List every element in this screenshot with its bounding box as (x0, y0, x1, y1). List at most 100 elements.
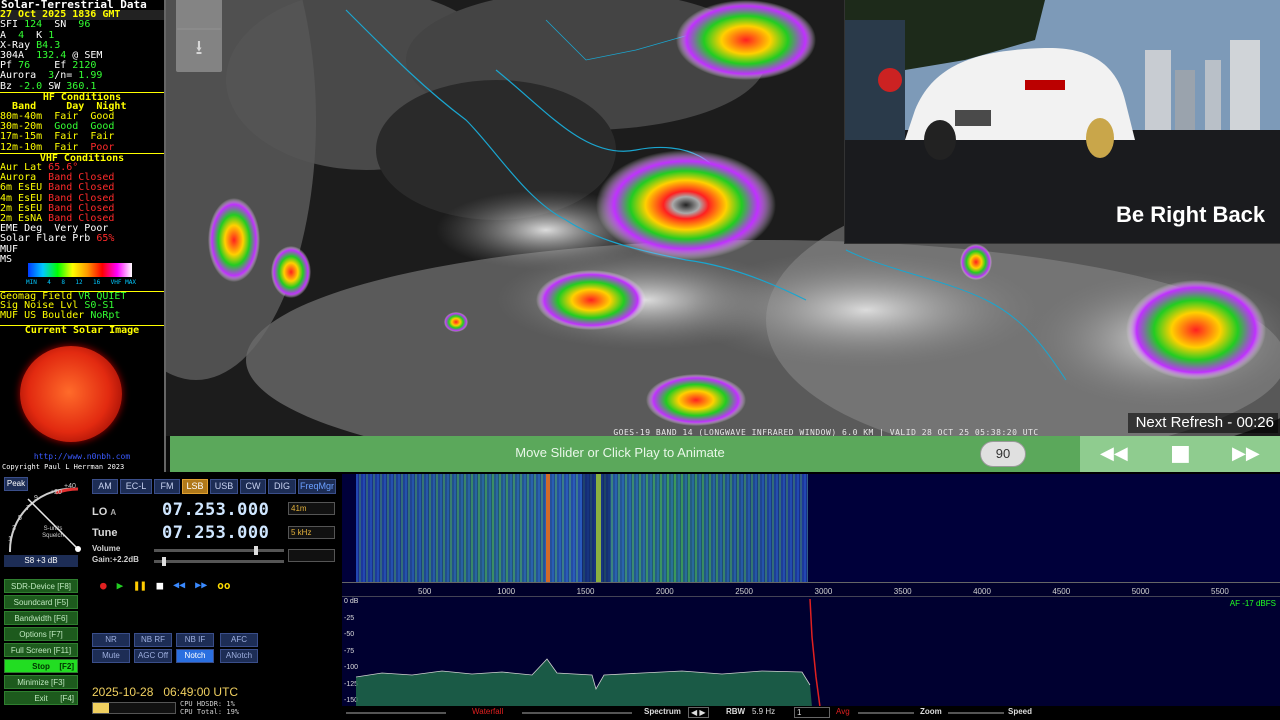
side-button-6[interactable]: Minimize [F3] (4, 675, 78, 689)
solar-terrestrial-panel: Solar-Terrestrial Data 27 Oct 2025 1836 … (0, 0, 164, 472)
mode-cw-button[interactable]: CW (240, 479, 266, 494)
datetime: 2025-10-28 06:49:00 UTC (92, 685, 239, 699)
dial-label-3: 3 (12, 525, 16, 532)
rbw-label: RBW (726, 707, 746, 716)
slider-1[interactable] (346, 712, 446, 714)
play-icon[interactable]: ▶ (117, 579, 124, 592)
mode-am-button[interactable]: AM (92, 479, 118, 494)
step-dropdown[interactable]: 5 kHz (288, 526, 335, 539)
side-button-3[interactable]: Options [F7] (4, 627, 78, 641)
dsp-notch-button[interactable]: Notch (176, 649, 214, 663)
sdr-control-panel: Peak +40 +20 9 7 5 3 1 S-units Squelch S… (0, 473, 342, 720)
freq-tick: 4000 (973, 587, 991, 596)
mode-usb-button[interactable]: USB (210, 479, 238, 494)
download-icon[interactable]: ⭳ (176, 28, 222, 72)
flare-value: 65% (96, 233, 115, 245)
dial-label-1: 1 (8, 536, 12, 543)
dial-label-9: 9 (34, 495, 38, 502)
frame-number[interactable]: 90 (980, 441, 1026, 467)
spectrum-display[interactable]: 0 dB -25 -50 -75 -100 -125 -150 AF -17 dBFS (342, 596, 1280, 707)
site-link[interactable]: http://www.n0nbh.com (0, 452, 164, 462)
animation-slider-bar[interactable]: Move Slider or Click Play to Animate 90 … (170, 436, 1280, 472)
cpu-total: CPU Total: 19% (180, 708, 240, 716)
gain-slider[interactable] (154, 557, 284, 566)
waterfall-display[interactable] (342, 474, 1280, 582)
slider-2[interactable] (522, 712, 632, 714)
waterfall-label: Waterfall (472, 707, 504, 716)
freq-tick: 5500 (1211, 587, 1229, 596)
side-button-1[interactable]: Soundcard [F5] (4, 595, 78, 609)
band-dropdown[interactable]: 41m (288, 502, 335, 515)
side-button-5[interactable]: Stop [F2] (4, 659, 78, 673)
hf-table: 80m-40m Fair Good 30m-20m Good Good 17m-15… (0, 111, 164, 153)
vhf-table: Aur Lat 65.6° Aurora Band Closed 6m EsEU B… (0, 162, 164, 224)
map-tool-button[interactable] (176, 0, 222, 30)
stop-square-icon[interactable]: ■ (157, 579, 164, 592)
dsp-anotch-button[interactable]: ANotch (220, 649, 258, 663)
freq-tick: 5000 (1131, 587, 1150, 596)
transport-controls: ● ▶ ❚❚ ■ ◀◀ ▶▶ oo (92, 577, 262, 593)
lo-frequency[interactable]: 07.253.000 (162, 500, 269, 520)
slider-4[interactable] (948, 712, 1004, 714)
hf-band: 12m-10m (0, 141, 43, 153)
freq-tick: 2500 (735, 587, 753, 596)
mode-lsb-button[interactable]: LSB (182, 479, 208, 494)
spectrum-arrows[interactable]: ◀ ▶ (688, 707, 709, 718)
slider-3[interactable] (858, 712, 914, 714)
solar-image (20, 346, 122, 442)
freq-tick: 2000 (655, 587, 674, 596)
freq-tick: 500 (418, 587, 432, 596)
volume-slider[interactable] (154, 546, 284, 555)
rewind-icon[interactable]: ◀◀ (1100, 443, 1128, 464)
dial-label-7: 7 (26, 505, 30, 512)
mode-dig-button[interactable]: DIG (268, 479, 296, 494)
freq-tick: 3500 (893, 587, 912, 596)
squelch-label: S-units Squelch (42, 526, 64, 539)
dsp-nr-button[interactable]: NR (92, 633, 130, 647)
hf-night: Poor (90, 141, 115, 153)
side-button-0[interactable]: SDR-Device [F8] (4, 579, 78, 593)
record-icon[interactable]: ● (100, 579, 107, 592)
cpu-bar (92, 702, 176, 714)
be-right-back-text: Be Right Back (1116, 202, 1266, 227)
volume-label: Volume (92, 544, 121, 553)
spectrum-trace (355, 598, 821, 707)
pause-icon[interactable]: ❚❚ (133, 579, 146, 592)
lo-label: LO A (92, 506, 117, 518)
forward-small-icon[interactable]: ▶▶ (195, 580, 207, 591)
dsp-nb-if-button[interactable]: NB IF (176, 633, 214, 647)
freq-tick: 4500 (1052, 587, 1071, 596)
tune-frequency[interactable]: 07.253.000 (162, 523, 269, 543)
sn-label: SN (54, 19, 67, 31)
speed-label: Speed (1008, 707, 1033, 716)
mode-fm-button[interactable]: FM (154, 479, 180, 494)
stop-icon[interactable]: ■ (1170, 441, 1191, 466)
spectrum-label: Spectrum (644, 707, 681, 716)
dsp-afc-button[interactable]: AFC (220, 633, 258, 647)
mode-freqmgr-button[interactable]: FreqMgr (298, 479, 336, 494)
next-refresh: Next Refresh - 00:26 (1128, 413, 1278, 433)
slider-label: Move Slider or Click Play to Animate (515, 445, 725, 460)
bz-label: Bz (0, 80, 13, 92)
avg-dropdown[interactable]: 1 (794, 707, 830, 718)
dial-label-5: 5 (18, 515, 22, 522)
dsp-mute-button[interactable]: Mute (92, 649, 130, 663)
gain-label: Gain:+2.2dB (92, 555, 139, 564)
side-button-2[interactable]: Bandwidth [F6] (4, 611, 78, 625)
dial-label-40: +40 (64, 483, 76, 490)
dsp-nb-rf-button[interactable]: NB RF (134, 633, 172, 647)
loop-icon[interactable]: oo (217, 579, 230, 592)
carrier-line (546, 474, 550, 582)
dial-label-20: +20 (50, 489, 62, 496)
side-button-4[interactable]: Full Screen [F11] (4, 643, 78, 657)
mode-ec-l-button[interactable]: EC-L (120, 479, 152, 494)
rewind-small-icon[interactable]: ◀◀ (173, 580, 185, 591)
solar-image-title: Current Solar Image (0, 324, 164, 335)
s-meter-dial (8, 487, 81, 553)
side-button-7[interactable]: Exit [F4] (4, 691, 78, 705)
dsp-agc-off-button[interactable]: AGC Off (134, 649, 172, 663)
agc-dropdown[interactable] (288, 549, 335, 562)
smeter-reading: S8 +3 dB (4, 555, 78, 567)
ms-label: MS (0, 253, 13, 265)
fast-forward-icon[interactable]: ▶▶ (1232, 443, 1260, 464)
